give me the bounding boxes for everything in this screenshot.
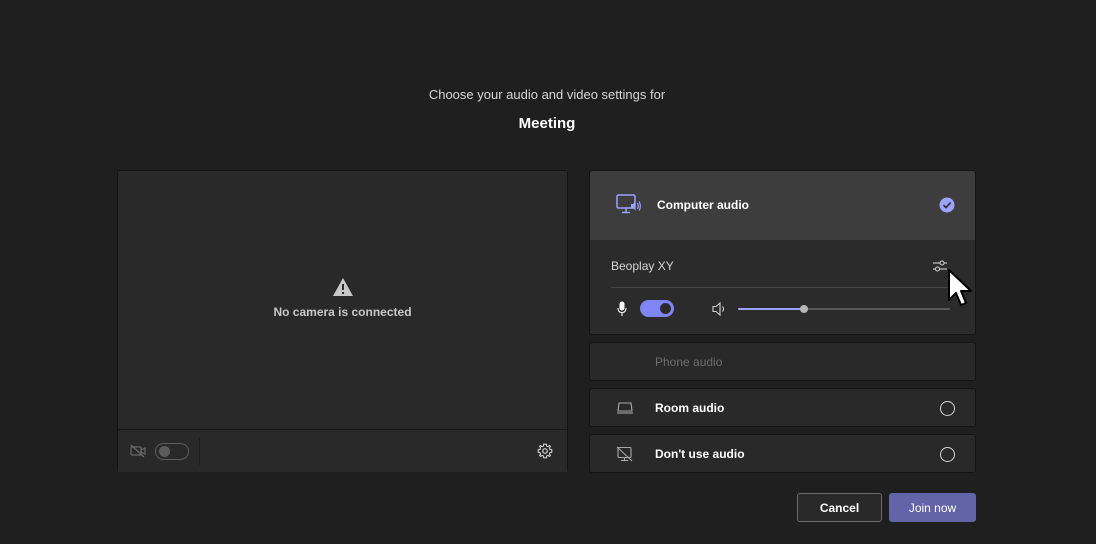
room-device-icon	[617, 402, 633, 414]
camera-toggle[interactable]	[155, 443, 189, 460]
no-audio-label: Don't use audio	[655, 447, 745, 461]
computer-audio-label: Computer audio	[657, 198, 749, 212]
device-divider	[611, 287, 951, 288]
no-audio-radio[interactable]	[940, 447, 955, 462]
no-audio-option[interactable]: Don't use audio	[589, 434, 976, 473]
no-camera-message: No camera is connected	[273, 305, 412, 319]
gear-icon[interactable]	[537, 443, 553, 459]
warning-icon	[333, 278, 353, 296]
prejoin-screen: Choose your audio and video settings for…	[0, 0, 1096, 544]
no-audio-icon	[616, 446, 633, 462]
video-toolbar	[118, 429, 567, 472]
camera-toggle-knob	[159, 446, 170, 457]
phone-audio-label: Phone audio	[655, 355, 723, 369]
join-now-button[interactable]: Join now	[889, 493, 976, 522]
speaker-icon	[712, 301, 725, 317]
video-preview-panel: No camera is connected	[117, 170, 568, 472]
volume-slider-thumb[interactable]	[799, 305, 808, 313]
room-audio-option[interactable]: Room audio	[589, 388, 976, 427]
phone-audio-option: Phone audio	[589, 342, 976, 381]
device-settings-icon[interactable]	[932, 258, 948, 274]
room-audio-label: Room audio	[655, 401, 725, 415]
camera-off-icon	[130, 444, 146, 458]
computer-audio-option[interactable]: Computer audio Beoplay XY	[589, 170, 976, 335]
settings-subtitle: Choose your audio and video settings for	[428, 87, 666, 102]
video-preview-area: No camera is connected	[118, 171, 567, 429]
audio-device-name: Beoplay XY	[611, 259, 674, 273]
meeting-title: Meeting	[518, 115, 576, 132]
microphone-toggle-knob	[660, 303, 671, 314]
room-audio-radio[interactable]	[940, 401, 955, 416]
monitor-speaker-icon	[616, 194, 641, 214]
checkmark-circle-icon	[939, 197, 955, 213]
cancel-button[interactable]: Cancel	[797, 493, 882, 522]
volume-slider[interactable]	[738, 305, 950, 313]
microphone-toggle[interactable]	[640, 300, 674, 317]
microphone-icon	[617, 301, 627, 316]
volume-slider-fill	[738, 308, 804, 310]
toolbar-divider	[199, 438, 200, 465]
computer-audio-header[interactable]: Computer audio	[590, 171, 975, 240]
